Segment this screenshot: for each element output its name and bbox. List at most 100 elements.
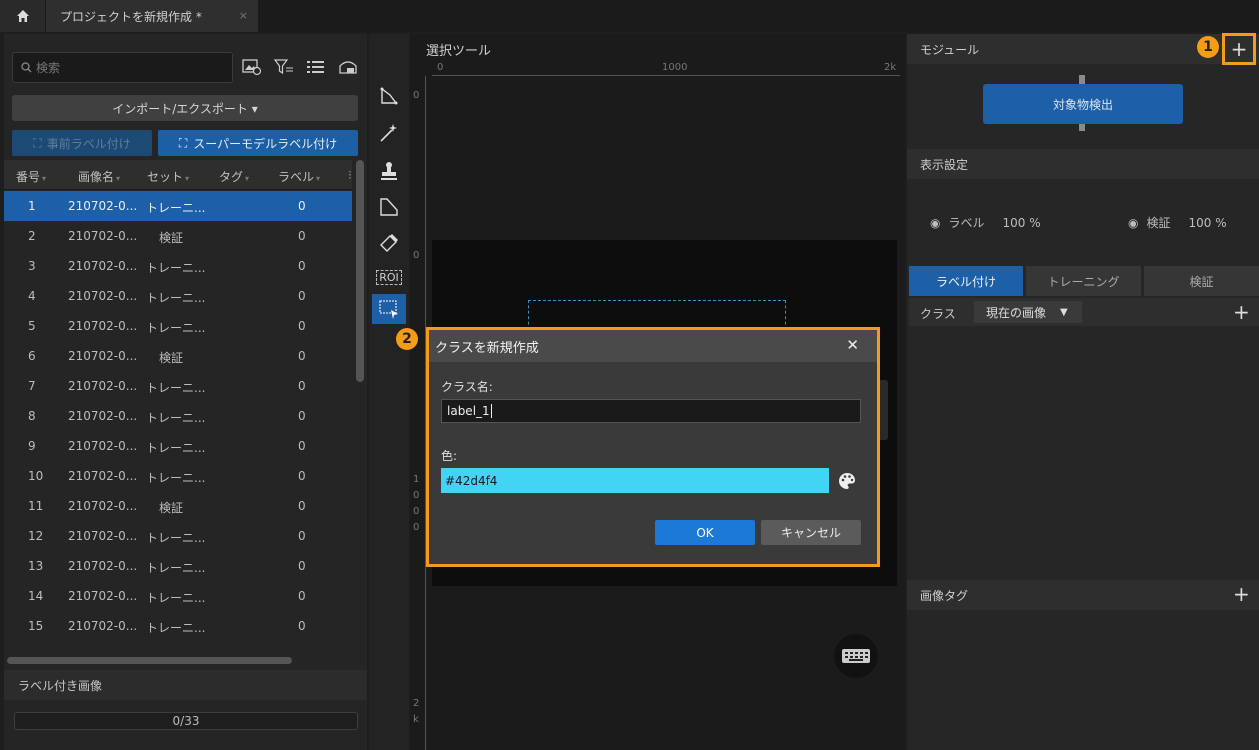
ruler-label: 0	[413, 90, 420, 101]
list-view-button[interactable]	[304, 56, 328, 78]
class-name-input[interactable]: label_1	[441, 399, 861, 423]
row-image-name: 210702-0...	[68, 259, 138, 273]
search-input[interactable]: 検索	[12, 52, 233, 83]
row-number: 10	[28, 469, 44, 483]
tab-labeling[interactable]: ラベル付け	[909, 266, 1023, 296]
pre-label-icon: ⛶	[33, 135, 42, 150]
row-image-name: 210702-0...	[68, 559, 138, 573]
row-number: 3	[28, 259, 36, 273]
table-row[interactable]: 1 210702-0... トレーニ... 0	[4, 191, 352, 221]
row-number: 9	[28, 439, 36, 453]
dialog-titlebar: クラスを新規作成	[429, 330, 877, 362]
table-row[interactable]: 4 210702-0... トレーニ... 0	[4, 281, 352, 311]
row-set: トレーニ...	[146, 561, 206, 575]
shape-tool-button[interactable]	[372, 192, 406, 222]
table-row[interactable]: 7 210702-0... トレーニ... 0	[4, 371, 352, 401]
row-label-count: 0	[298, 619, 306, 633]
row-set: トレーニ...	[146, 291, 206, 305]
table-row[interactable]: 10 210702-0... トレーニ... 0	[4, 461, 352, 491]
column-header-number[interactable]: 番号 ▾	[16, 168, 46, 185]
object-detection-module[interactable]: 対象物検出	[983, 84, 1183, 124]
ok-button[interactable]: OK	[655, 520, 755, 545]
class-name-label: クラス名:	[441, 380, 493, 394]
table-row[interactable]: 9 210702-0... トレーニ... 0	[4, 431, 352, 461]
magic-wand-icon	[380, 124, 397, 142]
eye-icon[interactable]: ◉	[1128, 216, 1138, 230]
ruler-label: 2k	[884, 62, 897, 73]
label-progress: 0/33	[14, 712, 358, 730]
display-settings-header: 表示設定	[907, 149, 1259, 179]
column-header-set[interactable]: セット ▾	[147, 168, 189, 185]
row-image-name: 210702-0...	[68, 409, 138, 423]
table-row[interactable]: 14 210702-0... トレーニ... 0	[4, 581, 352, 611]
search-placeholder: 検索	[36, 61, 61, 75]
tab-verification[interactable]: 検証	[1144, 266, 1259, 296]
row-image-name: 210702-0...	[68, 589, 138, 603]
plus-icon: +	[1230, 37, 1248, 61]
class-row	[909, 298, 1259, 326]
column-header-tag[interactable]: タグ ▾	[219, 168, 249, 185]
selection-box[interactable]	[528, 300, 786, 330]
row-number: 7	[28, 379, 36, 393]
image-filter-button[interactable]	[240, 56, 264, 78]
add-image-tag-button[interactable]: +	[1233, 582, 1250, 606]
pre-label-text: 事前ラベル付け	[46, 136, 131, 151]
table-row[interactable]: 15 210702-0... トレーニ... 0	[4, 611, 352, 641]
row-label-count: 0	[298, 559, 306, 573]
label-visibility[interactable]: ◉ ラベル 100 %	[930, 214, 1041, 231]
view-toggle-button[interactable]	[336, 56, 360, 78]
step-badge-1: 1	[1197, 36, 1219, 58]
vertical-scrollbar[interactable]	[356, 160, 364, 382]
filter-button[interactable]	[272, 56, 296, 78]
table-row[interactable]: 13 210702-0... トレーニ... 0	[4, 551, 352, 581]
polygon-shape-icon	[380, 198, 398, 216]
row-label-count: 0	[298, 289, 306, 303]
table-row[interactable]: 8 210702-0... トレーニ... 0	[4, 401, 352, 431]
add-class-button[interactable]: +	[1233, 300, 1250, 324]
stamp-tool-button[interactable]	[372, 156, 406, 186]
eraser-tool-button[interactable]	[372, 227, 406, 257]
keyboard-shortcuts-button[interactable]	[834, 634, 878, 678]
keyboard-icon	[842, 649, 870, 663]
color-input[interactable]: #42d4f4	[441, 468, 829, 493]
class-scope-select[interactable]: 現在の画像 ▼	[974, 301, 1082, 323]
column-header-image-name[interactable]: 画像名 ▾	[78, 168, 120, 185]
column-more-icon[interactable]: ⁝	[348, 168, 352, 182]
row-label-count: 0	[298, 319, 306, 333]
import-export-button[interactable]: インポート/エクスポート ▾	[12, 95, 358, 121]
roi-tool-button[interactable]: ROI	[372, 262, 406, 292]
home-button[interactable]	[0, 0, 45, 32]
row-set: 検証	[159, 231, 184, 245]
list-icon	[307, 61, 324, 73]
table-row[interactable]: 6 210702-0... 検証 0	[4, 341, 352, 371]
image-settings-icon	[242, 59, 262, 76]
row-image-name: 210702-0...	[68, 529, 138, 543]
eraser-icon	[380, 234, 398, 252]
table-row[interactable]: 5 210702-0... トレーニ... 0	[4, 311, 352, 341]
table-row[interactable]: 2 210702-0... 検証 0	[4, 221, 352, 251]
horizontal-scrollbar[interactable]	[7, 657, 292, 664]
table-row[interactable]: 3 210702-0... トレーニ... 0	[4, 251, 352, 281]
verify-visibility[interactable]: ◉ 検証 100 %	[1128, 214, 1227, 231]
palette-icon[interactable]	[837, 471, 857, 491]
table-row[interactable]: 11 210702-0... 検証 0	[4, 491, 352, 521]
row-set: トレーニ...	[146, 471, 206, 485]
magic-wand-tool-button[interactable]	[372, 118, 406, 148]
polygon-tool-button[interactable]	[372, 82, 406, 112]
table-row[interactable]: 12 210702-0... トレーニ... 0	[4, 521, 352, 551]
image-view-icon	[339, 61, 357, 74]
row-set: トレーニ...	[146, 591, 206, 605]
column-header-label[interactable]: ラベル ▾	[278, 168, 320, 185]
row-image-name: 210702-0...	[68, 619, 138, 633]
add-module-button[interactable]: +	[1222, 33, 1256, 65]
super-model-label-button[interactable]: ⛶ スーパーモデルラベル付け	[158, 130, 358, 156]
row-number: 12	[28, 529, 44, 543]
project-tab[interactable]: プロジェクトを新規作成 * ×	[46, 0, 258, 32]
eye-icon[interactable]: ◉	[930, 216, 940, 230]
box-tool-button[interactable]	[372, 294, 406, 324]
cancel-button[interactable]: キャンセル	[761, 520, 861, 545]
tab-training[interactable]: トレーニング	[1026, 266, 1141, 296]
tab-close-icon[interactable]: ×	[239, 9, 248, 22]
pre-label-button[interactable]: ⛶ 事前ラベル付け	[12, 130, 152, 156]
dialog-close-icon[interactable]: ✕	[846, 336, 859, 354]
